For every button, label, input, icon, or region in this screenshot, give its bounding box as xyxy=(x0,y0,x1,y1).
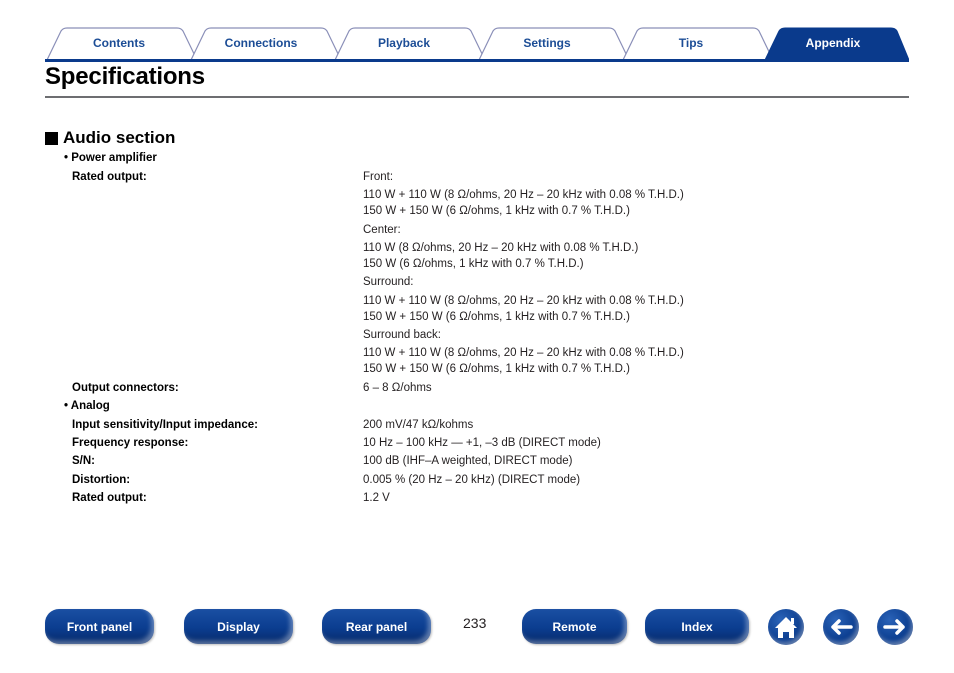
spec-value: 150 W + 150 W (6 Ω/ohms, 1 kHz with 0.7 … xyxy=(363,205,630,217)
spec-value: 110 W (8 Ω/ohms, 20 Hz – 20 kHz with 0.0… xyxy=(363,242,639,254)
power-amplifier-heading: • Power amplifier xyxy=(64,152,157,164)
home-button[interactable] xyxy=(768,609,804,645)
tab-tips[interactable]: Tips xyxy=(631,36,751,50)
frequency-response-value: 10 Hz – 100 kHz — +1, –3 dB (DIRECT mode… xyxy=(363,437,601,449)
analog-heading: • Analog xyxy=(64,400,110,412)
sn-value: 100 dB (IHF–A weighted, DIRECT mode) xyxy=(363,455,573,467)
front-panel-button[interactable]: Front panel xyxy=(45,609,154,644)
spec-value: Surround: xyxy=(363,276,414,288)
spec-value: 110 W + 110 W (8 Ω/ohms, 20 Hz – 20 kHz … xyxy=(363,347,684,359)
distortion-value: 0.005 % (20 Hz – 20 kHz) (DIRECT mode) xyxy=(363,474,581,486)
spec-value: Front: xyxy=(363,171,394,183)
input-sensitivity-value: 200 mV/47 kΩ/kohms xyxy=(363,419,474,431)
index-button[interactable]: Index xyxy=(645,609,749,644)
back-button[interactable] xyxy=(823,609,859,645)
tab-settings[interactable]: Settings xyxy=(487,36,607,50)
section-title: Audio section xyxy=(63,128,176,147)
forward-button[interactable] xyxy=(877,609,913,645)
analog-rated-output-label: Rated output: xyxy=(72,492,147,504)
rear-panel-button[interactable]: Rear panel xyxy=(322,609,431,644)
spec-value: 110 W + 110 W (8 Ω/ohms, 20 Hz – 20 kHz … xyxy=(363,295,684,307)
home-icon xyxy=(775,617,797,638)
display-button[interactable]: Display xyxy=(184,609,293,644)
remote-button[interactable]: Remote xyxy=(522,609,627,644)
tab-connections[interactable]: Connections xyxy=(201,36,321,50)
output-connectors-value: 6 – 8 Ω/ohms xyxy=(363,382,432,394)
spec-value: Center: xyxy=(363,224,401,236)
tab-playback[interactable]: Playback xyxy=(344,36,464,50)
spec-value: Surround back: xyxy=(363,329,441,341)
black-square-icon xyxy=(45,131,58,145)
rated-output-label: Rated output: xyxy=(72,171,147,183)
arrow-left-icon xyxy=(831,619,853,635)
page-title: Specifications xyxy=(45,63,205,90)
spec-value: 150 W + 150 W (6 Ω/ohms, 1 kHz with 0.7 … xyxy=(363,363,630,375)
tab-contents[interactable]: Contents xyxy=(59,36,179,50)
tab-bar: Contents Connections Playback Settings T… xyxy=(45,27,909,61)
title-divider xyxy=(45,96,909,98)
tab-underline xyxy=(45,59,909,62)
analog-rated-output-value: 1.2 V xyxy=(363,492,390,504)
sn-label: S/N: xyxy=(72,455,95,467)
section-heading: Audio section xyxy=(45,128,175,148)
spec-value: 150 W + 150 W (6 Ω/ohms, 1 kHz with 0.7 … xyxy=(363,311,630,323)
output-connectors-label: Output connectors: xyxy=(72,382,179,394)
tab-appendix[interactable]: Appendix xyxy=(773,36,893,50)
input-sensitivity-label: Input sensitivity/Input impedance: xyxy=(72,419,258,431)
spec-value: 150 W (6 Ω/ohms, 1 kHz with 0.7 % T.H.D.… xyxy=(363,258,584,270)
distortion-label: Distortion: xyxy=(72,474,131,486)
page-number: 233 xyxy=(463,615,487,631)
arrow-right-icon xyxy=(883,619,905,635)
spec-value: 110 W + 110 W (8 Ω/ohms, 20 Hz – 20 kHz … xyxy=(363,189,684,201)
frequency-response-label: Frequency response: xyxy=(72,437,189,449)
